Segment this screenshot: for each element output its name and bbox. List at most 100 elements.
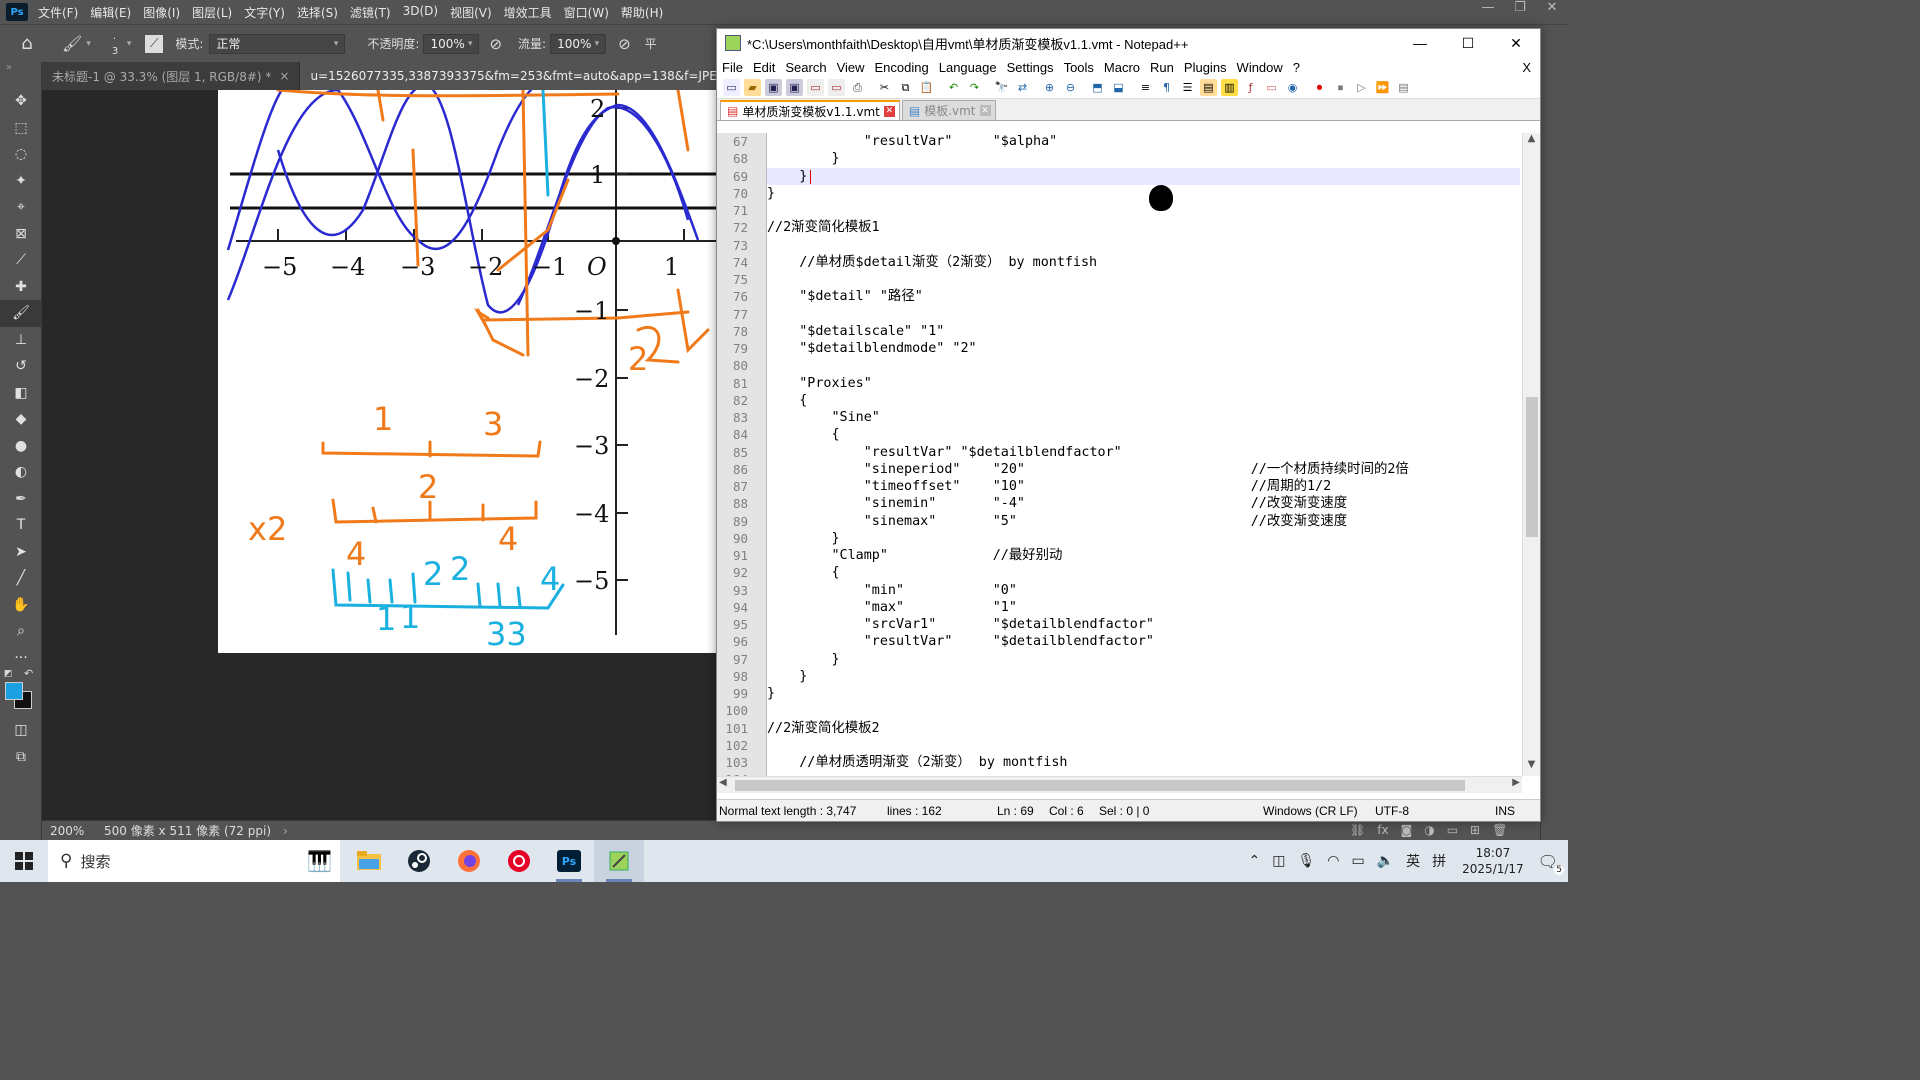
battery-icon[interactable]: ▭ <box>1351 853 1364 869</box>
find-icon[interactable]: 🔭 <box>993 79 1010 96</box>
pen-tool-icon[interactable]: ✒ <box>0 486 42 513</box>
status-arrow-icon[interactable]: › <box>283 824 288 838</box>
redo-icon[interactable]: ↷ <box>966 79 983 96</box>
npp-menu-item[interactable]: File <box>717 60 748 75</box>
document-image[interactable]: −5 −4 −3 −2 −1 O 1 2 1 −1 −2 −3 −4 −5 1 3 2 x2 4 4 2 2 4 1 1 33… <box>218 90 718 653</box>
fx-icon[interactable]: fx <box>1377 823 1388 837</box>
brush-tool-icon[interactable]: 🖌 <box>0 300 42 327</box>
horizontal-scrollbar[interactable]: ◀ ▶ <box>717 776 1522 793</box>
code-line[interactable]: //2渐变简化模板2 <box>767 720 1520 737</box>
netease-music-icon[interactable] <box>494 840 544 882</box>
code-line[interactable]: "Proxies" <box>767 375 1520 392</box>
code-line[interactable]: "min" "0" <box>767 582 1520 599</box>
clock[interactable]: 18:07 2025/1/17 <box>1462 845 1524 877</box>
link-layers-icon[interactable]: ⛓ <box>1350 823 1365 837</box>
paint-bucket-tool-icon[interactable]: ◆ <box>0 406 42 433</box>
chevron-down-icon[interactable]: ▾ <box>86 39 91 49</box>
code-line[interactable]: "max" "1" <box>767 599 1520 616</box>
zoom-level[interactable]: 200% <box>50 824 100 838</box>
scroll-right-icon[interactable]: ▶ <box>1512 777 1520 788</box>
undo-icon[interactable]: ↶ <box>945 79 962 96</box>
more-tools-icon[interactable]: ··· <box>0 645 42 672</box>
stamp-tool-icon[interactable]: ⊥ <box>0 327 42 354</box>
vertical-scrollbar[interactable]: ▲ ▼ <box>1522 133 1540 776</box>
start-button[interactable] <box>0 840 48 882</box>
save-macro-icon[interactable]: ▤ <box>1395 79 1412 96</box>
code-line[interactable]: "sineperiod" "20" //一个材质持续时间的2倍 <box>767 461 1520 478</box>
folder-workspace-icon[interactable]: ▭ <box>1263 79 1280 96</box>
volume-icon[interactable]: 🔈 <box>1377 853 1394 869</box>
npp-menu-item[interactable]: Run <box>1145 60 1179 75</box>
ps-menu-item[interactable]: 图层(L) <box>186 4 238 21</box>
code-line[interactable]: "Clamp" //最好别动 <box>767 547 1520 564</box>
close-icon[interactable]: ✕ <box>1492 29 1540 57</box>
ps-menu-item[interactable]: 滤镜(T) <box>344 4 397 21</box>
trash-icon[interactable]: 🗑 <box>1492 823 1507 837</box>
ps-menu-item[interactable]: 增效工具 <box>498 4 558 21</box>
ps-menu-item[interactable]: 文字(Y) <box>238 4 291 21</box>
play-macro-icon[interactable]: ▷ <box>1353 79 1370 96</box>
default-colors-icon[interactable]: ◩ <box>4 669 13 679</box>
hand-tool-icon[interactable]: ✋ <box>0 592 42 619</box>
type-tool-icon[interactable]: T <box>0 512 42 539</box>
foreground-color-swatch[interactable] <box>5 682 23 700</box>
code-line[interactable]: //单材质透明渐变（2渐变） by montfish <box>767 754 1520 771</box>
code-line[interactable]: //2渐变简化模板1 <box>767 219 1520 236</box>
restore-icon[interactable]: ❐ <box>1504 0 1536 15</box>
copy-icon[interactable]: ⧉ <box>897 79 914 96</box>
npp-menu-item[interactable]: Language <box>934 60 1002 75</box>
mask-icon[interactable]: ◙ <box>1401 823 1413 837</box>
close-icon[interactable]: ✕ <box>1536 0 1568 15</box>
code-line[interactable]: } <box>767 167 1520 185</box>
swap-colors-icon[interactable]: ↶ <box>24 667 33 680</box>
code-line[interactable]: } <box>767 651 1520 668</box>
new-layer-icon[interactable]: ⊞ <box>1470 823 1480 837</box>
tray-chevron-icon[interactable]: ⌃ <box>1249 853 1261 869</box>
mode-select[interactable]: 正常 ▾ <box>209 33 346 54</box>
code-line[interactable]: { <box>767 392 1520 409</box>
ps-menu-item[interactable]: 帮助(H) <box>615 4 669 21</box>
npp-editor[interactable]: 67 68 69 70 71 72 73 74 75 76 77 78 79 80 81 82 83 84 85 86… <box>717 133 1540 776</box>
code-line[interactable]: "resultVar" "$alpha" <box>767 133 1520 150</box>
horizontal-scroll-thumb[interactable] <box>735 780 1465 791</box>
ps-menu-item[interactable]: 文件(F) <box>32 4 84 21</box>
paste-icon[interactable]: 📋 <box>918 79 935 96</box>
folder-icon[interactable]: ▭ <box>1447 823 1458 837</box>
brush-settings-icon[interactable]: ⟋ <box>145 34 164 53</box>
flow-input[interactable]: 100% ▾ <box>550 33 607 54</box>
ps-menu-item[interactable]: 3D(D) <box>397 4 444 21</box>
ps-menu-item[interactable]: 编辑(E) <box>84 4 137 21</box>
steam-icon[interactable] <box>394 840 444 882</box>
npp-menu-item[interactable]: Plugins <box>1179 60 1232 75</box>
save-all-icon[interactable]: ▣ <box>786 79 803 96</box>
tray-app-icon[interactable]: ◫ <box>1272 853 1285 869</box>
photoshop-taskbar-icon[interactable]: Ps <box>544 840 594 882</box>
code-line[interactable]: } <box>767 668 1520 685</box>
code-line[interactable]: } <box>767 530 1520 547</box>
brush-tool-preset-icon[interactable]: 🖌 <box>62 34 82 53</box>
code-line[interactable] <box>767 237 1520 254</box>
home-icon[interactable]: ⌂ <box>10 33 44 54</box>
document-map-icon[interactable]: ▥ <box>1221 79 1238 96</box>
npp-menu-item[interactable]: View <box>832 60 870 75</box>
close-all-icon[interactable]: ▭ <box>828 79 845 96</box>
code-line[interactable]: "$detailscale" "1" <box>767 323 1520 340</box>
ps-menu-item[interactable]: 视图(V) <box>444 4 498 21</box>
zoom-tool-icon[interactable]: ⌕ <box>0 618 42 645</box>
minimize-icon[interactable]: — <box>1396 29 1444 57</box>
sync-horizontal-icon[interactable]: ⬓ <box>1110 79 1127 96</box>
screen-mode-icon[interactable]: ⧉ <box>0 744 42 771</box>
line-tool-icon[interactable]: ╱ <box>0 565 42 592</box>
zoom-in-icon[interactable]: ⊕ <box>1041 79 1058 96</box>
marquee-tool-icon[interactable]: ⬚ <box>0 115 42 142</box>
word-wrap-icon[interactable]: ≡ <box>1137 79 1154 96</box>
stop-macro-icon[interactable]: ⏹ <box>1332 79 1349 96</box>
code-area[interactable]: "resultVar" "$alpha" } }} //2渐变简化模板1 //单材… <box>767 133 1520 776</box>
code-line[interactable] <box>767 737 1520 754</box>
npp-menu-close-button[interactable]: X <box>1517 60 1536 75</box>
frame-tool-icon[interactable]: ⊠ <box>0 221 42 248</box>
sync-vertical-icon[interactable]: ⬒ <box>1089 79 1106 96</box>
history-brush-tool-icon[interactable]: ↺ <box>0 353 42 380</box>
code-line[interactable]: { <box>767 564 1520 581</box>
code-line[interactable]: "resultVar" "$detailblendfactor" <box>767 633 1520 650</box>
